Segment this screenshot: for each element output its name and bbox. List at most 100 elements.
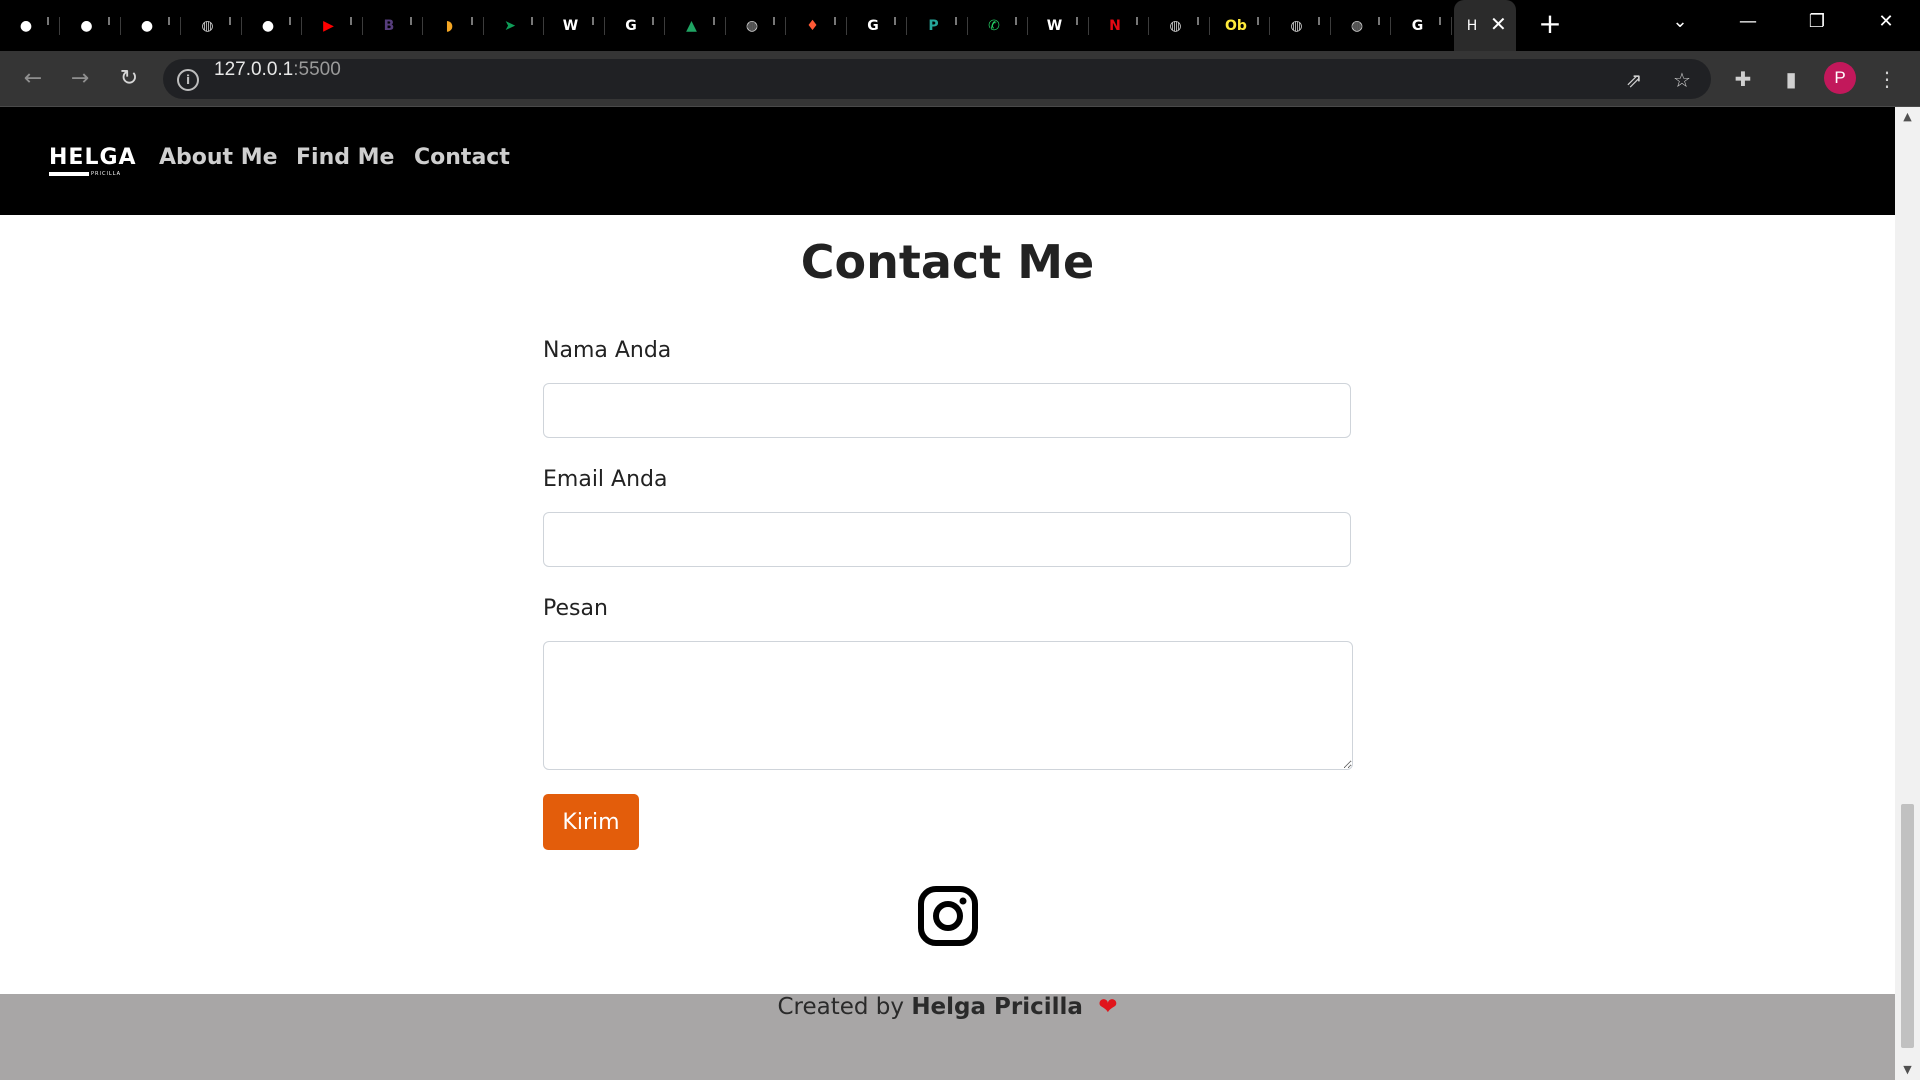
browser-tab[interactable]: ◍ bbox=[1271, 0, 1331, 51]
forward-button[interactable]: → bbox=[63, 62, 97, 96]
tab-title-fragment bbox=[591, 17, 594, 25]
browser-tab[interactable]: ✆ bbox=[968, 0, 1028, 51]
browser-tab[interactable]: ◍ bbox=[1150, 0, 1210, 51]
submit-button[interactable]: Kirim bbox=[543, 794, 639, 850]
brand-underline bbox=[49, 172, 89, 176]
browser-tab[interactable]: B bbox=[363, 0, 423, 51]
wikipedia-icon: W bbox=[1046, 18, 1063, 34]
address-bar[interactable]: i 127.0.0.1:5500 ⇗ ☆ bbox=[163, 59, 1711, 99]
restore-button[interactable]: ❐ bbox=[1797, 5, 1837, 39]
wikipedia-icon: W bbox=[562, 18, 579, 34]
browser-tab[interactable]: G bbox=[847, 0, 907, 51]
browser-tab[interactable]: ◍ bbox=[726, 0, 786, 51]
tab-title-fragment bbox=[410, 17, 412, 25]
scroll-thumb[interactable] bbox=[1901, 804, 1914, 1048]
tab-title-fragment bbox=[1136, 17, 1138, 25]
browser-tab[interactable]: ◍ bbox=[1331, 0, 1391, 51]
tab-title-fragment bbox=[894, 17, 896, 25]
browser-tab[interactable]: G bbox=[1392, 0, 1452, 51]
nav-link-about-me[interactable]: About Me bbox=[159, 145, 278, 170]
tab-title-fragment bbox=[47, 17, 49, 25]
tab-title-fragment bbox=[531, 17, 533, 25]
name-input[interactable] bbox=[543, 383, 1351, 438]
tab-title-fragment bbox=[1257, 17, 1259, 25]
page-viewport: HELGA PRICILLA About Me Find Me Contact … bbox=[0, 107, 1895, 1080]
browser-tab[interactable]: ● bbox=[242, 0, 302, 51]
new-tab-button[interactable]: + bbox=[1535, 9, 1565, 39]
tab-title-fragment bbox=[773, 17, 775, 25]
tab-separator bbox=[1450, 17, 1452, 35]
close-window-button[interactable]: ✕ bbox=[1866, 5, 1906, 39]
browser-tab[interactable]: ● bbox=[121, 0, 181, 51]
site-navbar: HELGA PRICILLA About Me Find Me Contact bbox=[0, 107, 1895, 215]
google-drive-icon: ▲ bbox=[686, 18, 697, 34]
back-button[interactable]: ← bbox=[16, 62, 50, 96]
fire-icon: ♦ bbox=[806, 18, 819, 34]
tab-title-fragment bbox=[289, 17, 291, 25]
github-icon: ● bbox=[80, 18, 93, 34]
email-label: Email Anda bbox=[543, 467, 668, 492]
browser-tab[interactable]: N bbox=[1089, 0, 1149, 51]
tab-active[interactable]: H ✕ bbox=[1454, 0, 1516, 51]
name-label: Nama Anda bbox=[543, 338, 672, 363]
browser-tab[interactable]: ▶ bbox=[303, 0, 363, 51]
site-info-icon[interactable]: i bbox=[177, 69, 199, 91]
google-icon: G bbox=[867, 18, 879, 34]
tab-title-fragment bbox=[1196, 17, 1199, 25]
scroll-down-arrow[interactable]: ▼ bbox=[1895, 1060, 1920, 1080]
globe-icon: ◍ bbox=[745, 18, 759, 34]
brand-subtitle: PRICILLA bbox=[91, 171, 122, 177]
tab-search-button[interactable]: ⌄ bbox=[1660, 5, 1700, 39]
url-host: 127.0.0.1 bbox=[214, 59, 294, 80]
instagram-icon[interactable] bbox=[917, 885, 979, 947]
url-port: :5500 bbox=[293, 59, 341, 80]
nav-link-contact[interactable]: Contact bbox=[414, 145, 510, 170]
globe-icon: ◍ bbox=[201, 18, 214, 34]
footer-author: Helga Pricilla bbox=[911, 994, 1083, 1020]
extensions-puzzle-icon[interactable]: ✚ bbox=[1729, 65, 1757, 93]
paper-plane-icon: ➤ bbox=[504, 18, 516, 34]
tab-title-fragment bbox=[168, 17, 170, 25]
tab-title-fragment bbox=[833, 17, 836, 25]
browser-tab[interactable]: W bbox=[1029, 0, 1089, 51]
email-input[interactable] bbox=[543, 512, 1351, 567]
browser-tab[interactable]: ♦ bbox=[787, 0, 847, 51]
page-scrollbar[interactable]: ▲ ▼ bbox=[1895, 107, 1920, 1080]
site-footer: Created by Helga Pricilla ❤ bbox=[0, 994, 1895, 1080]
tab-title-fragment bbox=[1317, 17, 1320, 25]
browser-tab[interactable]: ▲ bbox=[666, 0, 726, 51]
profile-avatar[interactable]: P bbox=[1824, 62, 1856, 94]
tab-title-fragment bbox=[954, 17, 957, 25]
tab-title-fragment bbox=[1438, 17, 1441, 25]
page-title: Contact Me bbox=[800, 235, 1095, 289]
tab-title-fragment bbox=[652, 17, 654, 25]
share-icon[interactable]: ⇗ bbox=[1621, 67, 1647, 93]
bookmark-star-icon[interactable]: ☆ bbox=[1669, 67, 1695, 93]
nav-link-find-me[interactable]: Find Me bbox=[296, 145, 394, 170]
footer-prefix: Created by bbox=[777, 994, 904, 1020]
message-textarea[interactable] bbox=[543, 641, 1353, 770]
browser-tab[interactable]: Ob bbox=[1210, 0, 1270, 51]
url-text[interactable]: 127.0.0.1:5500 bbox=[214, 59, 341, 81]
browser-tab[interactable]: ◗ bbox=[424, 0, 484, 51]
brand-logo[interactable]: HELGA bbox=[49, 145, 137, 170]
browser-toolbar: ← → ↻ i 127.0.0.1:5500 ⇗ ☆ ✚ ▮ ⋮ bbox=[0, 51, 1920, 107]
menu-kebab-icon[interactable]: ⋮ bbox=[1873, 65, 1901, 93]
reload-button[interactable]: ↻ bbox=[112, 62, 146, 96]
side-panel-icon[interactable]: ▮ bbox=[1777, 65, 1805, 93]
globe-icon: ◍ bbox=[1169, 18, 1182, 34]
browser-tab[interactable]: ◍ bbox=[182, 0, 242, 51]
netflix-icon: N bbox=[1109, 18, 1121, 34]
browser-tab[interactable]: G bbox=[605, 0, 665, 51]
close-tab-icon[interactable]: ✕ bbox=[1490, 12, 1507, 36]
browser-tab[interactable]: W bbox=[545, 0, 605, 51]
github-icon: ● bbox=[261, 18, 275, 34]
browser-tab[interactable]: ➤ bbox=[484, 0, 544, 51]
tab-title-fragment bbox=[1075, 17, 1078, 25]
scroll-up-arrow[interactable]: ▲ bbox=[1895, 107, 1920, 127]
browser-tab[interactable]: ● bbox=[61, 0, 121, 51]
browser-tab[interactable]: P bbox=[908, 0, 968, 51]
browser-tab[interactable]: ● bbox=[0, 0, 60, 51]
globe-icon: ◍ bbox=[1290, 18, 1303, 34]
minimize-button[interactable]: — bbox=[1728, 5, 1768, 39]
